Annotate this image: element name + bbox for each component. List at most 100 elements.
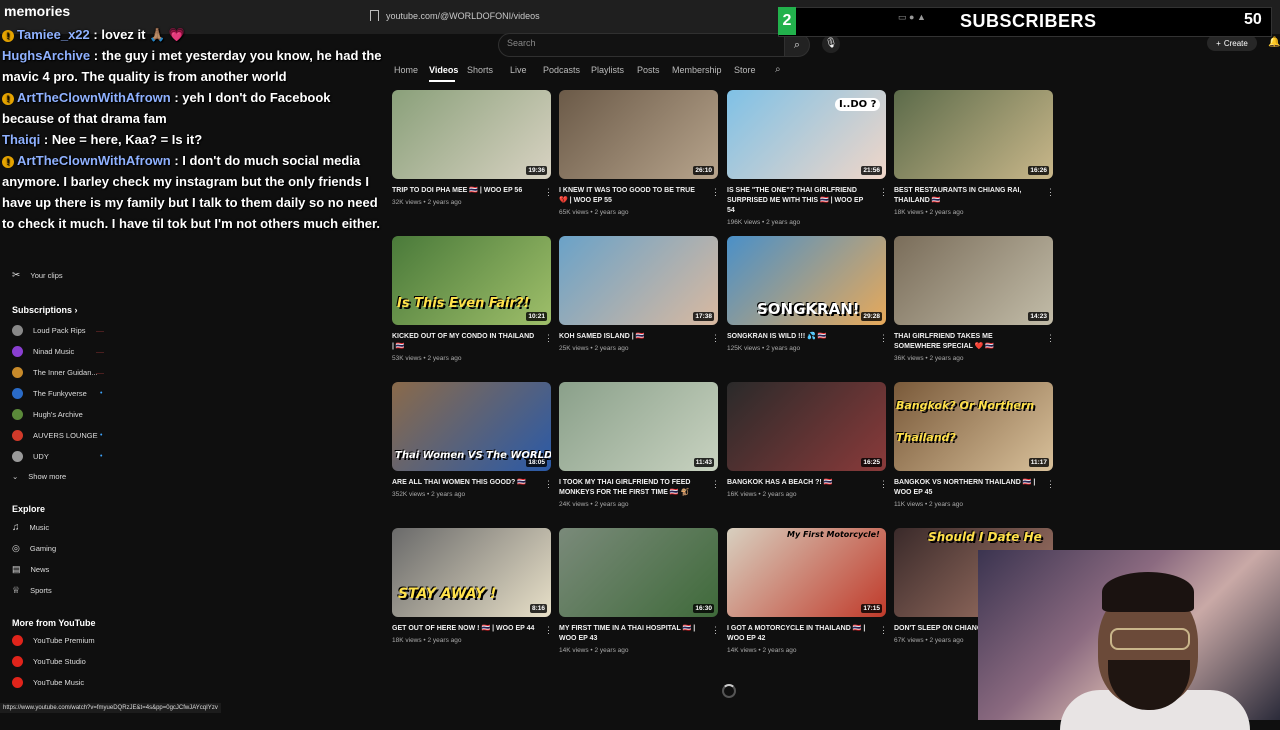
more-options-icon[interactable]: ⋮ bbox=[544, 333, 553, 344]
overlay-title: memories bbox=[4, 3, 71, 19]
trophy-icon: ♕ bbox=[12, 585, 21, 595]
video-duration: 16:26 bbox=[1028, 166, 1049, 175]
sidebar-item-music-app[interactable]: YouTube Music bbox=[12, 677, 84, 688]
chat-text: Nee = here, Kaa? = Is it? bbox=[51, 132, 203, 147]
sidebar-subscriptions-heading[interactable]: Subscriptions › bbox=[12, 305, 78, 315]
sidebar-item-sub-4[interactable]: Hugh's Archive bbox=[12, 409, 83, 420]
sidebar-item-sub-1[interactable]: Ninad Music bbox=[12, 346, 74, 357]
more-options-icon[interactable]: ⋮ bbox=[1046, 479, 1055, 490]
sidebar-item-sub-3[interactable]: The Funkyverse bbox=[12, 388, 87, 399]
video-thumbnail[interactable]: I..DO ? 21:56 bbox=[727, 90, 886, 179]
video-thumbnail[interactable]: Thai Women VS The WORLD 18:05 bbox=[392, 382, 551, 471]
more-options-icon[interactable]: ⋮ bbox=[879, 333, 888, 344]
sidebar-item-label: The Inner Guidan... bbox=[33, 368, 98, 377]
video-meta: 24K views • 2 years ago bbox=[559, 501, 629, 508]
tab-videos[interactable]: Videos bbox=[429, 65, 458, 75]
more-options-icon[interactable]: ⋮ bbox=[879, 479, 888, 490]
video-thumbnail[interactable]: 14:23 bbox=[894, 236, 1053, 325]
video-title[interactable]: SONGKRAN IS WILD !!! 💦 🇹🇭 bbox=[727, 332, 871, 342]
mic-icon[interactable]: 🎙 bbox=[822, 35, 840, 53]
sidebar-item-sub-0[interactable]: Loud Pack Rips bbox=[12, 325, 86, 336]
bookmark-icon[interactable] bbox=[370, 10, 379, 21]
live-dot-icon: • bbox=[100, 453, 103, 460]
show-more-button[interactable]: ⌄ Show more bbox=[12, 472, 66, 481]
video-title[interactable]: MY FIRST TIME IN A THAI HOSPITAL 🇹🇭 | WO… bbox=[559, 624, 703, 644]
chat-username: Tamiee_x22 bbox=[17, 27, 90, 42]
sidebar-item-sports[interactable]: ♕ Sports bbox=[12, 585, 52, 596]
sidebar-item-news[interactable]: ▤ News bbox=[12, 564, 49, 575]
video-title[interactable]: KOH SAMED ISLAND | 🇹🇭 bbox=[559, 332, 703, 342]
tab-live[interactable]: Live bbox=[510, 65, 527, 75]
chevron-down-icon: ⌄ bbox=[12, 472, 19, 481]
video-thumbnail[interactable]: STAY AWAY ! 8:16 bbox=[392, 528, 551, 617]
video-title[interactable]: KICKED OUT OF MY CONDO IN THAILAND | 🇹🇭 bbox=[392, 332, 536, 352]
more-options-icon[interactable]: ⋮ bbox=[711, 479, 720, 490]
plus-icon: + bbox=[1216, 38, 1221, 48]
more-options-icon[interactable]: ⋮ bbox=[544, 479, 553, 490]
more-options-icon[interactable]: ⋮ bbox=[1046, 333, 1055, 344]
video-title[interactable]: IS SHE "THE ONE"? THAI GIRLFRIEND SURPRI… bbox=[727, 186, 871, 216]
bell-icon[interactable]: 🔔 bbox=[1268, 37, 1280, 48]
sidebar-item-sub-6[interactable]: UDY bbox=[12, 451, 49, 462]
more-options-icon[interactable]: ⋮ bbox=[544, 625, 553, 636]
tab-store[interactable]: Store bbox=[734, 65, 756, 75]
tab-home[interactable]: Home bbox=[394, 65, 418, 75]
more-options-icon[interactable]: ⋮ bbox=[544, 187, 553, 198]
video-meta: 18K views • 2 years ago bbox=[894, 209, 964, 216]
video-title[interactable]: I KNEW IT WAS TOO GOOD TO BE TRUE 💔 | WO… bbox=[559, 186, 703, 206]
video-thumbnail[interactable]: 16:30 bbox=[559, 528, 718, 617]
video-thumbnail[interactable]: Bangkok? Or Northern Thailand? 11:17 bbox=[894, 382, 1053, 471]
tab-podcasts[interactable]: Podcasts bbox=[543, 65, 580, 75]
tab-playlists[interactable]: Playlists bbox=[591, 65, 624, 75]
video-thumbnail[interactable]: 16:26 bbox=[894, 90, 1053, 179]
sidebar-item-gaming[interactable]: ◎ Gaming bbox=[12, 543, 56, 554]
video-title[interactable]: TRIP TO DOI PHA MEE 🇹🇭 | WOO EP 56 bbox=[392, 186, 536, 196]
sidebar-item-premium[interactable]: YouTube Premium bbox=[12, 635, 95, 646]
video-thumbnail[interactable]: My First Motorcycle! 17:15 bbox=[727, 528, 886, 617]
tab-membership[interactable]: Membership bbox=[672, 65, 722, 75]
create-button[interactable]: + Create bbox=[1207, 35, 1257, 51]
video-title[interactable]: BEST RESTAURANTS IN CHIANG RAI, THAILAND… bbox=[894, 186, 1038, 206]
video-duration: 14:23 bbox=[1028, 312, 1049, 321]
video-thumbnail[interactable]: 17:38 bbox=[559, 236, 718, 325]
video-title[interactable]: BANGKOK VS NORTHERN THAILAND 🇹🇭 | WOO EP… bbox=[894, 478, 1038, 498]
video-duration: 16:30 bbox=[693, 604, 714, 613]
webcam-hair bbox=[1102, 572, 1194, 612]
video-title[interactable]: GET OUT OF HERE NOW ! 🇹🇭 | WOO EP 44 bbox=[392, 624, 536, 634]
sidebar-item-label: Your clips bbox=[30, 271, 63, 280]
sidebar-item-your-clips[interactable]: ✂ Your clips bbox=[12, 270, 63, 281]
video-thumbnail[interactable]: SONGKRAN! 29:28 bbox=[727, 236, 886, 325]
sidebar-item-music[interactable]: ♫ Music bbox=[12, 522, 49, 533]
sidebar-item-sub-5[interactable]: AUVERS LOUNGE bbox=[12, 430, 98, 441]
webcam-glasses bbox=[1110, 628, 1190, 650]
video-thumbnail[interactable]: 11:43 bbox=[559, 382, 718, 471]
subscriber-count: 50 bbox=[1244, 11, 1262, 28]
video-title[interactable]: I TOOK MY THAI GIRLFRIEND TO FEED MONKEY… bbox=[559, 478, 703, 498]
address-bar[interactable]: youtube.com/@WORLDOFONI/videos bbox=[386, 11, 540, 21]
more-options-icon[interactable]: ⋮ bbox=[711, 187, 720, 198]
video-thumbnail[interactable]: 26:10 bbox=[559, 90, 718, 179]
video-duration: 8:16 bbox=[529, 604, 547, 613]
tab-shorts[interactable]: Shorts bbox=[467, 65, 493, 75]
video-title[interactable]: I GOT A MOTORCYCLE IN THAILAND 🇹🇭 | WOO … bbox=[727, 624, 871, 644]
tab-posts[interactable]: Posts bbox=[637, 65, 660, 75]
channel-search-icon[interactable]: ⌕ bbox=[775, 64, 781, 75]
new-content-indicator bbox=[96, 352, 104, 353]
video-thumbnail[interactable]: 19:36 bbox=[392, 90, 551, 179]
sidebar-item-sub-2[interactable]: The Inner Guidan... bbox=[12, 367, 98, 378]
more-options-icon[interactable]: ⋮ bbox=[711, 625, 720, 636]
video-title[interactable]: THAI GIRLFRIEND TAKES ME SOMEWHERE SPECI… bbox=[894, 332, 1038, 352]
sidebar-item-studio[interactable]: YouTube Studio bbox=[12, 656, 86, 667]
video-title[interactable]: BANGKOK HAS A BEACH ?! 🇹🇭 bbox=[727, 478, 871, 488]
sidebar-item-label: Ninad Music bbox=[33, 347, 75, 356]
more-options-icon[interactable]: ⋮ bbox=[1046, 187, 1055, 198]
more-options-icon[interactable]: ⋮ bbox=[711, 333, 720, 344]
more-options-icon[interactable]: ⋮ bbox=[879, 625, 888, 636]
video-thumbnail[interactable]: 16:25 bbox=[727, 382, 886, 471]
thumbnail-text: My First Motorcycle! bbox=[787, 530, 880, 539]
more-options-icon[interactable]: ⋮ bbox=[879, 187, 888, 198]
video-thumbnail[interactable]: Is This Even Fair?! 10:21 bbox=[392, 236, 551, 325]
thumbnail-text: I..DO ? bbox=[835, 98, 881, 111]
search-input[interactable] bbox=[498, 33, 785, 57]
video-title[interactable]: ARE ALL THAI WOMEN THIS GOOD? 🇹🇭 bbox=[392, 478, 536, 488]
